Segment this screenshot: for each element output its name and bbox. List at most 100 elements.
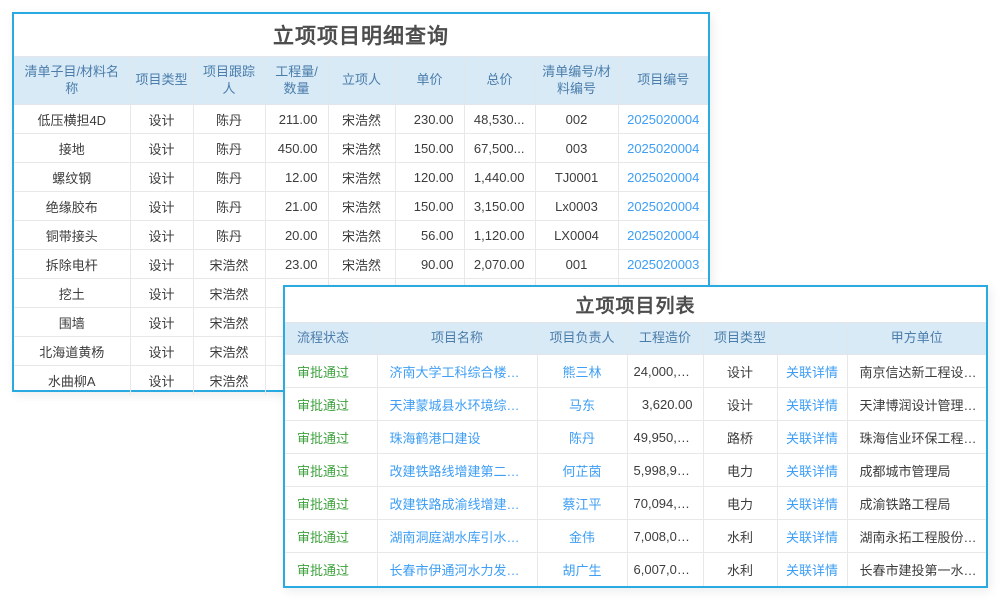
project-type-cell: 电力 — [703, 487, 777, 520]
list-no-cell: 001 — [535, 250, 618, 279]
status-badge: 审批通过 — [285, 355, 377, 388]
related-detail-link[interactable]: 关联详情 — [777, 388, 847, 421]
table-row: 审批通过 珠海鹤港口建设 陈丹 49,950,088.00 路桥 关联详情 珠海… — [285, 421, 986, 454]
project-owner-link[interactable]: 胡广生 — [537, 553, 627, 586]
total-price-cell: 1,120.00 — [464, 221, 535, 250]
client-unit-cell: 成都城市管理局 — [847, 454, 986, 487]
table-row: 审批通过 湖南洞庭湖水库引水工程... 金伟 7,008,009.00 水利 关… — [285, 520, 986, 553]
client-unit-cell: 成渝铁路工程局 — [847, 487, 986, 520]
related-detail-link[interactable]: 关联详情 — [777, 487, 847, 520]
col-header-item-name: 清单子目/材料名称 — [14, 57, 130, 105]
project-name-link[interactable]: 珠海鹤港口建设 — [377, 421, 537, 454]
project-owner-link[interactable]: 蔡江平 — [537, 487, 627, 520]
project-owner-link[interactable]: 熊三林 — [537, 355, 627, 388]
tracker-cell: 宋浩然 — [193, 337, 265, 366]
project-no-link[interactable]: 2025020004 — [618, 105, 708, 134]
table-row: 审批通过 济南大学工科综合楼建设... 熊三林 24,000,000.00 设计… — [285, 355, 986, 388]
founder-cell: 宋浩然 — [328, 105, 395, 134]
item-name-cell: 挖土 — [14, 279, 130, 308]
project-type-cell: 路桥 — [703, 421, 777, 454]
col-header-project-no: 项目编号 — [618, 57, 708, 105]
list-no-cell: Lx0003 — [535, 192, 618, 221]
project-type-cell: 水利 — [703, 553, 777, 586]
project-name-link[interactable]: 济南大学工科综合楼建设... — [377, 355, 537, 388]
project-type-cell: 电力 — [703, 454, 777, 487]
project-cost-cell: 7,008,009.00 — [627, 520, 703, 553]
project-type-cell: 设计 — [130, 250, 193, 279]
list-no-cell: 003 — [535, 134, 618, 163]
item-name-cell: 水曲柳A — [14, 366, 130, 395]
col-header-founder: 立项人 — [328, 57, 395, 105]
project-owner-link[interactable]: 马东 — [537, 388, 627, 421]
client-unit-cell: 南京信达新工程设计院 — [847, 355, 986, 388]
quantity-cell: 23.00 — [265, 250, 328, 279]
status-badge: 审批通过 — [285, 553, 377, 586]
item-name-cell: 螺纹钢 — [14, 163, 130, 192]
client-unit-cell: 天津博润设计管理有... — [847, 388, 986, 421]
tracker-cell: 陈丹 — [193, 134, 265, 163]
status-badge: 审批通过 — [285, 388, 377, 421]
col-header-project-type: 项目类型 — [703, 323, 777, 355]
col-header-total-price: 总价 — [464, 57, 535, 105]
table-row: 铜带接头 设计 陈丹 20.00 宋浩然 56.00 1,120.00 LX00… — [14, 221, 708, 250]
client-unit-cell: 长春市建投第一水利... — [847, 553, 986, 586]
item-name-cell: 围墙 — [14, 308, 130, 337]
unit-price-cell: 150.00 — [395, 192, 464, 221]
table-row: 绝缘胶布 设计 陈丹 21.00 宋浩然 150.00 3,150.00 Lx0… — [14, 192, 708, 221]
quantity-cell: 20.00 — [265, 221, 328, 250]
unit-price-cell: 120.00 — [395, 163, 464, 192]
project-cost-cell: 70,094,000.00 — [627, 487, 703, 520]
total-price-cell: 1,440.00 — [464, 163, 535, 192]
col-header-project-owner: 项目负责人 — [537, 323, 627, 355]
project-cost-cell: 6,007,007.00 — [627, 553, 703, 586]
project-type-cell: 设计 — [703, 388, 777, 421]
project-no-link[interactable]: 2025020004 — [618, 192, 708, 221]
quantity-cell: 12.00 — [265, 163, 328, 192]
project-cost-cell: 24,000,000.00 — [627, 355, 703, 388]
unit-price-cell: 90.00 — [395, 250, 464, 279]
founder-cell: 宋浩然 — [328, 134, 395, 163]
project-type-cell: 设计 — [130, 192, 193, 221]
detail-window-title: 立项项目明细查询 — [14, 14, 708, 56]
project-type-cell: 设计 — [130, 134, 193, 163]
related-detail-link[interactable]: 关联详情 — [777, 520, 847, 553]
founder-cell: 宋浩然 — [328, 192, 395, 221]
related-detail-link[interactable]: 关联详情 — [777, 421, 847, 454]
project-name-link[interactable]: 天津蒙城县水环境综合治... — [377, 388, 537, 421]
table-row: 螺纹钢 设计 陈丹 12.00 宋浩然 120.00 1,440.00 TJ00… — [14, 163, 708, 192]
table-row: 接地 设计 陈丹 450.00 宋浩然 150.00 67,500... 003… — [14, 134, 708, 163]
project-cost-cell: 49,950,088.00 — [627, 421, 703, 454]
item-name-cell: 低压横担4D — [14, 105, 130, 134]
table-row: 审批通过 改建铁路线增建第二线直... 何芷茵 5,998,900.00 电力 … — [285, 454, 986, 487]
project-name-link[interactable]: 长春市伊通河水力发电厂... — [377, 553, 537, 586]
col-header-flow-status: 流程状态 — [285, 323, 377, 355]
project-name-link[interactable]: 改建铁路线增建第二线直... — [377, 454, 537, 487]
project-no-link[interactable]: 2025020004 — [618, 163, 708, 192]
project-name-link[interactable]: 改建铁路成渝线增建第二... — [377, 487, 537, 520]
unit-price-cell: 150.00 — [395, 134, 464, 163]
project-type-cell: 设计 — [130, 163, 193, 192]
project-no-link[interactable]: 2025020004 — [618, 134, 708, 163]
list-no-cell: TJ0001 — [535, 163, 618, 192]
related-detail-link[interactable]: 关联详情 — [777, 355, 847, 388]
project-no-link[interactable]: 2025020003 — [618, 250, 708, 279]
project-type-cell: 设计 — [130, 221, 193, 250]
related-detail-link[interactable]: 关联详情 — [777, 454, 847, 487]
list-no-cell: LX0004 — [535, 221, 618, 250]
related-detail-link[interactable]: 关联详情 — [777, 553, 847, 586]
col-header-tracker: 项目跟踪人 — [193, 57, 265, 105]
item-name-cell: 接地 — [14, 134, 130, 163]
project-list-table: 流程状态 项目名称 项目负责人 工程造价 项目类型 甲方单位 审批通过 济南大学… — [285, 322, 986, 586]
project-owner-link[interactable]: 金伟 — [537, 520, 627, 553]
col-header-project-cost: 工程造价 — [627, 323, 703, 355]
unit-price-cell: 230.00 — [395, 105, 464, 134]
project-name-link[interactable]: 湖南洞庭湖水库引水工程... — [377, 520, 537, 553]
project-no-link[interactable]: 2025020004 — [618, 221, 708, 250]
client-unit-cell: 珠海信业环保工程建... — [847, 421, 986, 454]
detail-header-row: 清单子目/材料名称 项目类型 项目跟踪人 工程量/数量 立项人 单价 总价 清单… — [14, 57, 708, 105]
project-owner-link[interactable]: 何芷茵 — [537, 454, 627, 487]
status-badge: 审批通过 — [285, 487, 377, 520]
project-cost-cell: 5,998,900.00 — [627, 454, 703, 487]
col-header-quantity: 工程量/数量 — [265, 57, 328, 105]
project-owner-link[interactable]: 陈丹 — [537, 421, 627, 454]
